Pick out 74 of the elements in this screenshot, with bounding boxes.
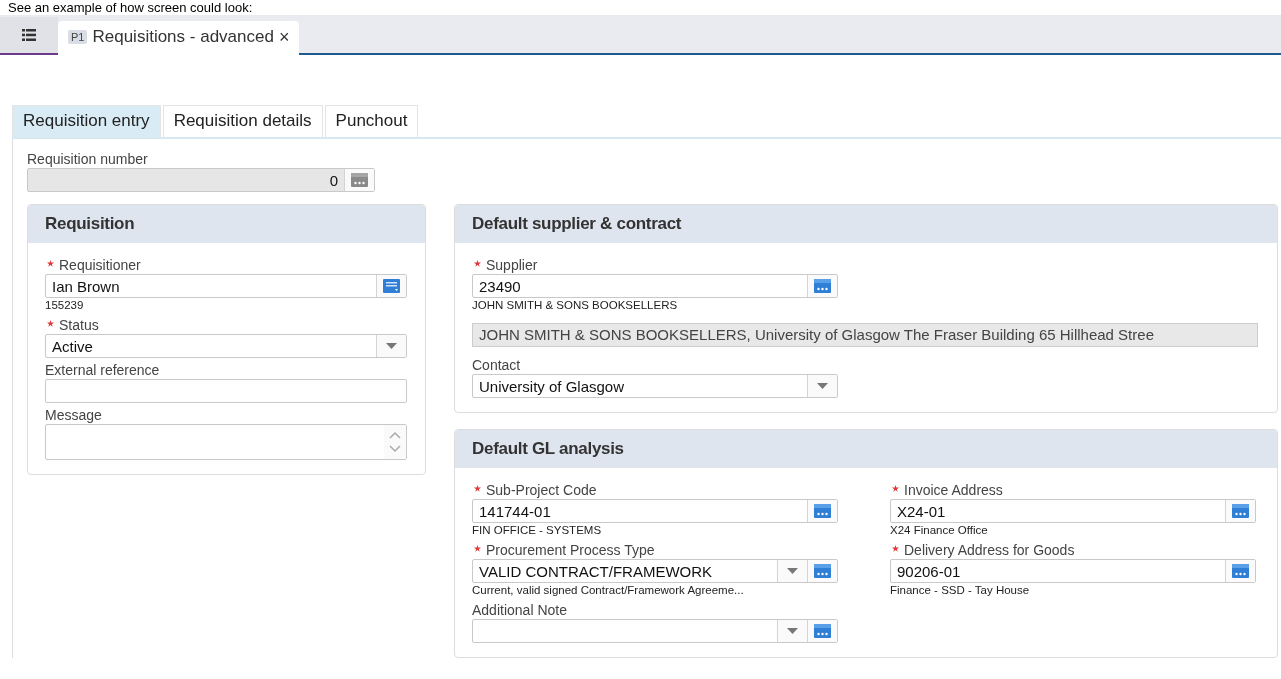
input-value[interactable]: 90206-01 xyxy=(891,560,1225,582)
field-description: JOHN SMITH & SONS BOOKSELLERS xyxy=(472,298,679,313)
caret-icon xyxy=(817,383,828,389)
lookup-field[interactable]: 90206-01 xyxy=(890,559,1256,583)
field-label: External reference xyxy=(45,362,160,379)
more-icon xyxy=(814,504,831,518)
lookup-button[interactable] xyxy=(807,500,837,522)
lookup-button[interactable] xyxy=(807,275,837,297)
close-icon[interactable]: × xyxy=(278,26,290,48)
lookup-button[interactable] xyxy=(807,620,837,642)
menu-icon xyxy=(22,29,36,41)
field-label: Delivery Address for Goods xyxy=(904,542,1075,559)
lookup-button[interactable] xyxy=(1225,560,1255,582)
app-tab[interactable]: P1 Requisitions - advanced × xyxy=(58,21,300,55)
instruction-text: See an example of how screen could look: xyxy=(7,0,254,15)
field-description: X24 Finance Office xyxy=(890,523,989,538)
spin-arrows-icon xyxy=(388,429,402,455)
dropdown-button[interactable] xyxy=(777,560,807,582)
input-value[interactable]: 23490 xyxy=(473,275,807,297)
form-tab[interactable]: Requisition details xyxy=(162,105,323,137)
input-value[interactable]: VALID CONTRACT/FRAMEWORK xyxy=(473,560,777,582)
input-value[interactable]: Ian Brown xyxy=(46,275,376,297)
card-title: Default supplier & contract xyxy=(455,205,1277,243)
card-title: Default GL analysis xyxy=(455,430,1277,468)
field-description: FIN OFFICE - SYSTEMS xyxy=(472,523,603,538)
dropdown-button[interactable] xyxy=(777,620,807,642)
input-value[interactable]: 141744-01 xyxy=(473,500,807,522)
lookup-button[interactable] xyxy=(1225,500,1255,522)
card-title: Requisition xyxy=(28,205,425,243)
lookup-field[interactable]: 23490 xyxy=(472,274,838,298)
tab-badge: P1 xyxy=(68,30,88,44)
form-tab[interactable]: Requisition entry xyxy=(12,105,161,137)
lookup-field[interactable]: Ian Brown xyxy=(45,274,407,298)
field-label: Requisitioner xyxy=(59,257,141,274)
field-label: Procurement Process Type xyxy=(486,542,655,559)
field-description: 155239 xyxy=(45,298,85,313)
more-icon xyxy=(814,624,831,638)
dropdown-button[interactable] xyxy=(376,335,406,357)
field-label: Supplier xyxy=(486,257,538,274)
input-value[interactable]: University of Glasgow xyxy=(473,375,807,397)
field-description: Current, valid signed Contract/Framework Agreeme... xyxy=(472,583,745,598)
dropdown-field[interactable]: Active xyxy=(45,334,407,358)
dropdown-button[interactable] xyxy=(807,375,837,397)
field-label: Sub-Project Code xyxy=(486,482,597,499)
menu-button[interactable] xyxy=(0,17,58,55)
tab-label: Requisitions - advanced xyxy=(92,27,274,47)
field-label: Requisition number xyxy=(27,151,149,168)
lookup-button[interactable] xyxy=(807,560,837,582)
dropdown-field[interactable]: University of Glasgow xyxy=(472,374,838,398)
lookup-field[interactable]: X24-01 xyxy=(890,499,1256,523)
lookup-field[interactable]: 141744-01 xyxy=(472,499,838,523)
text-field[interactable] xyxy=(45,379,407,403)
field-label: Status xyxy=(59,317,99,334)
input-value[interactable]: X24-01 xyxy=(891,500,1225,522)
input-value[interactable]: Active xyxy=(46,335,376,357)
more-icon xyxy=(814,279,831,293)
dropdown-field[interactable] xyxy=(472,619,838,643)
field-label: Contact xyxy=(472,357,521,374)
field-label: Message xyxy=(45,407,102,424)
more-icon xyxy=(1232,504,1249,518)
field-label: Invoice Address xyxy=(904,482,1003,499)
caret-icon xyxy=(386,343,397,349)
more-icon xyxy=(1232,564,1249,578)
dropdown-field[interactable]: VALID CONTRACT/FRAMEWORK xyxy=(472,559,838,583)
form-tab[interactable]: Punchout xyxy=(324,105,419,137)
more-icon xyxy=(351,173,368,187)
caret-icon xyxy=(787,628,798,634)
more-icon xyxy=(814,564,831,578)
caret-icon xyxy=(787,568,798,574)
field-label: Additional Note xyxy=(472,602,567,619)
field-description: Finance - SSD - Tay House xyxy=(890,583,1031,598)
lookup-button[interactable] xyxy=(376,275,406,297)
list-card-icon xyxy=(383,279,400,293)
address-field: JOHN SMITH & SONS BOOKSELLERS, University of Glasgow The Fraser Building 65 Hillhead Stree xyxy=(472,323,1258,347)
